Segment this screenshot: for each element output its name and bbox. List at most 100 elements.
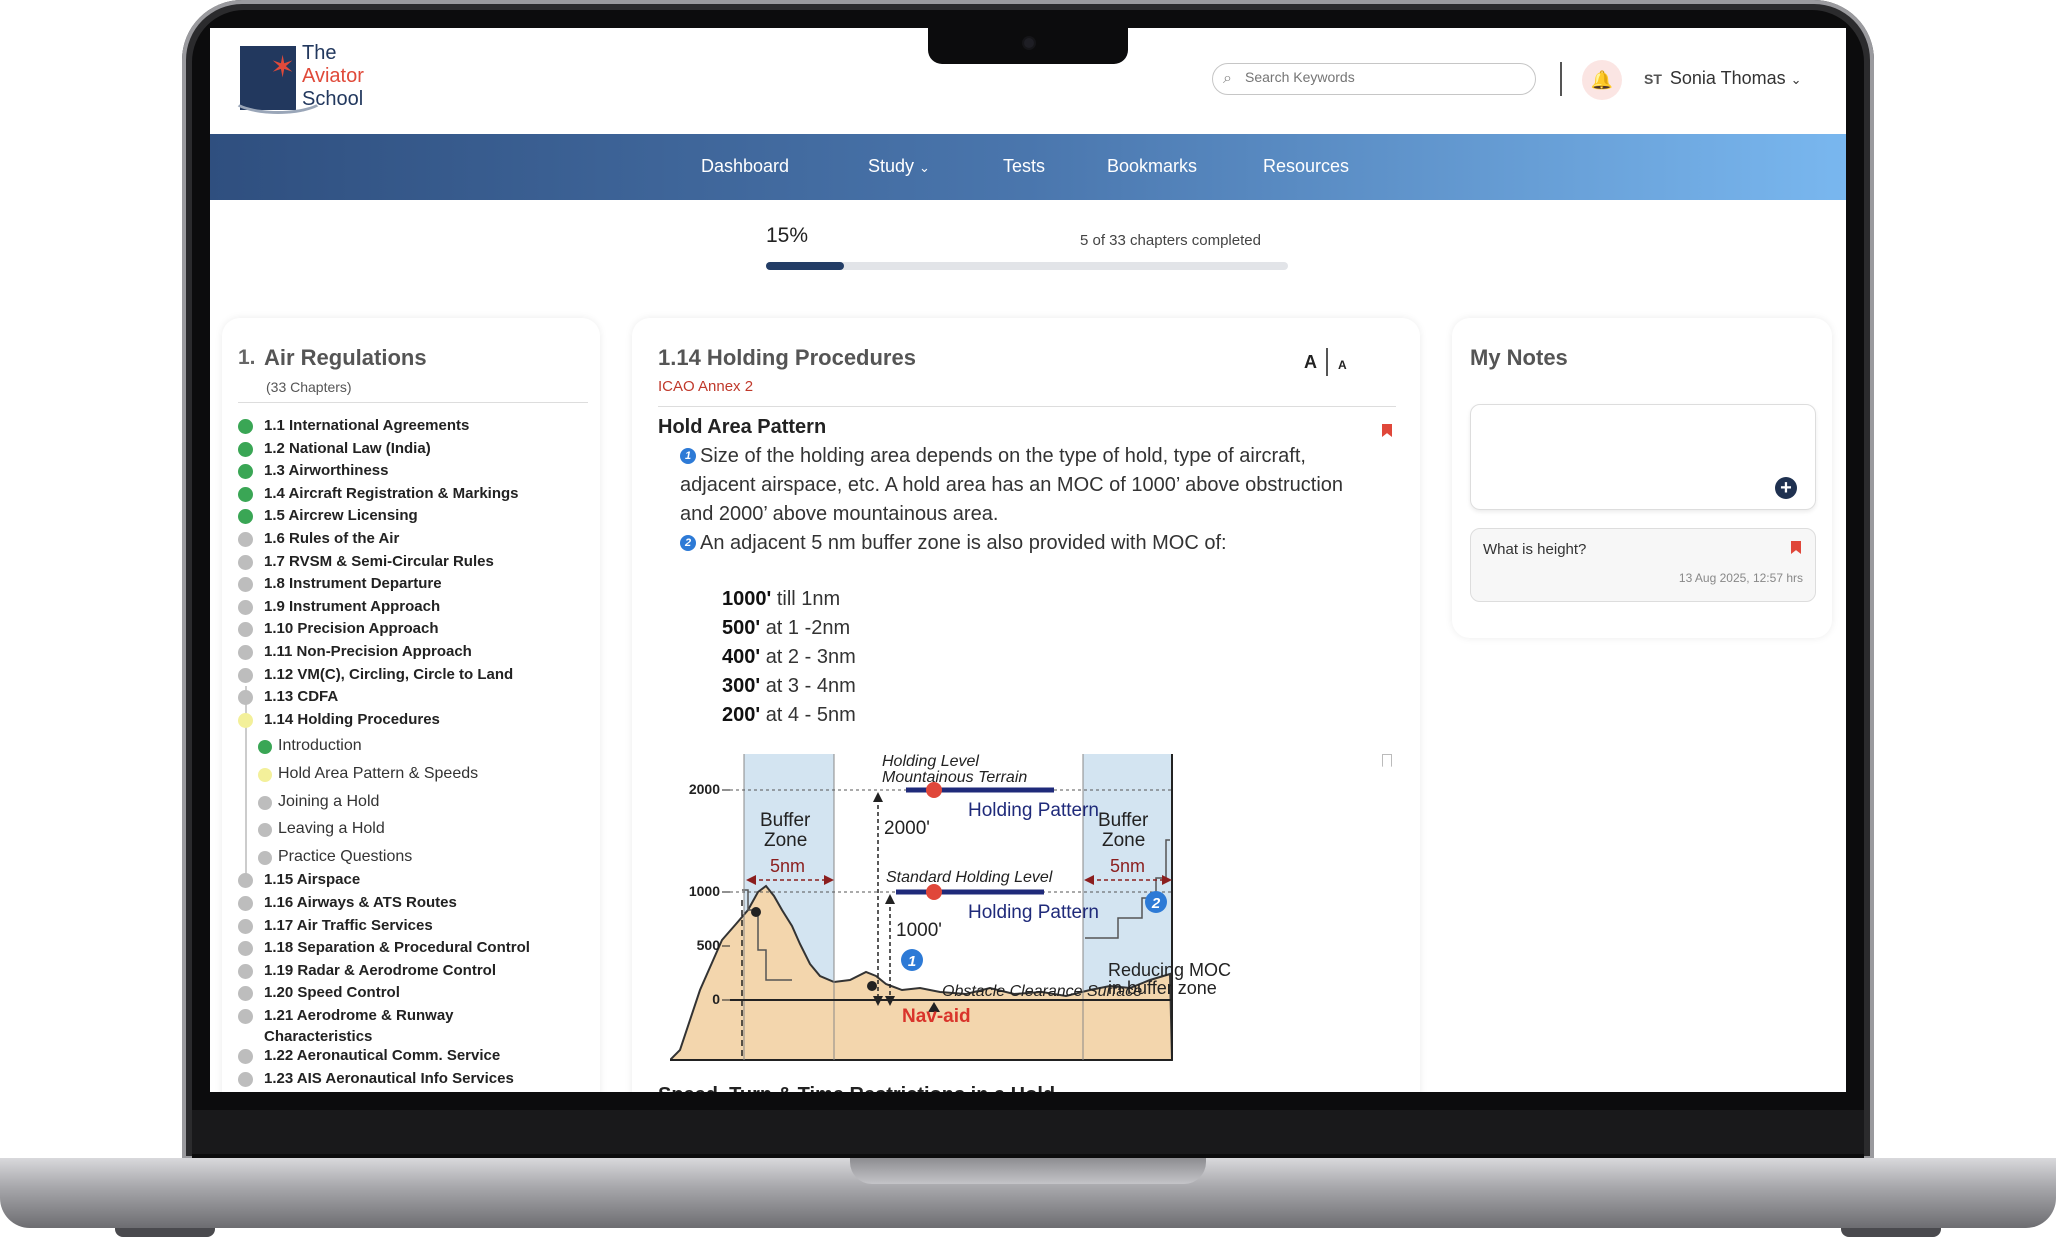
holding-fix-lower <box>926 884 942 900</box>
status-dot <box>258 850 272 865</box>
status-dot <box>238 690 253 706</box>
logo-line-1: The <box>302 42 337 64</box>
main-nav: Dashboard Study ⌄ Tests Bookmarks Resour… <box>210 134 1846 200</box>
bookmark-filled-icon[interactable] <box>1382 424 1392 437</box>
status-dot <box>258 823 272 838</box>
screen: ✶ The Aviator School ⌕ 🔔 ST Sonia Thomas … <box>210 28 1846 1092</box>
chapter-label: 1.8 Instrument Departure <box>264 575 442 593</box>
bookmark-filled-icon[interactable] <box>1791 541 1801 554</box>
user-menu[interactable]: ST Sonia Thomas ⌄ <box>1644 68 1802 89</box>
chapter-item[interactable]: 1.9 Instrument Approach <box>238 597 598 617</box>
moc-value: 300' <box>722 675 761 697</box>
chapter-item[interactable]: 1.19 Radar & Aerodrome Control <box>238 961 598 981</box>
chapter-item[interactable]: 1.13 CDFA <box>238 687 598 707</box>
moc-range: till 1nm <box>776 588 841 610</box>
point-number-badge: 1 <box>680 448 696 464</box>
bookmark-outline-icon[interactable] <box>1382 754 1392 767</box>
chapter-item[interactable]: 1.4 Aircraft Registration & Markings <box>238 484 598 504</box>
camera-notch <box>928 28 1128 64</box>
nav-bookmarks[interactable]: Bookmarks <box>1107 156 1197 177</box>
font-size-divider <box>1326 348 1328 376</box>
status-dot <box>258 795 272 810</box>
logo-plane-icon: ✶ <box>270 51 296 84</box>
chapter-item[interactable]: 1.2 National Law (India) <box>238 439 598 459</box>
nav-tests[interactable]: Tests <box>1003 156 1045 177</box>
chapter-item[interactable]: 1.14 Holding Procedures <box>238 710 598 730</box>
status-dot <box>238 509 253 525</box>
buffer-zone-label-left-2: Zone <box>764 830 807 851</box>
buffer-zone-label-right-1: Buffer <box>1098 810 1149 831</box>
chapter-item[interactable]: 1.5 Aircrew Licensing <box>238 506 598 526</box>
status-dot <box>238 1049 253 1064</box>
laptop-foot-left <box>115 1228 215 1237</box>
status-dot <box>238 1009 253 1024</box>
y-tick-2000: 2000 <box>689 781 720 797</box>
notification-bell-icon[interactable]: 🔔 <box>1582 60 1622 100</box>
nav-resources[interactable]: Resources <box>1263 156 1349 177</box>
moc-row: 400' at 2 - 3nm <box>722 646 856 669</box>
status-dot <box>238 486 253 502</box>
status-dot <box>238 532 253 547</box>
chapter-label: 1.21 Aerodrome & Runway <box>264 1007 454 1024</box>
chapter-item[interactable]: 1.23 AIS Aeronautical Info Services <box>238 1069 598 1089</box>
moc-value: 200' <box>722 704 761 726</box>
laptop-chin <box>192 1110 1864 1154</box>
note-timestamp: 13 Aug 2025, 12:57 hrs <box>1678 571 1803 585</box>
progress-percent: 15% <box>766 224 809 247</box>
note-item[interactable]: What is height? 13 Aug 2025, 12:57 hrs <box>1470 528 1816 602</box>
chapter-item[interactable]: 1.18 Separation & Procedural Control <box>238 938 598 958</box>
notes-title: My Notes <box>1470 345 1568 370</box>
moc-value: 1000' <box>722 588 772 610</box>
chapter-label: 1.12 VM(C), Circling, Circle to Land <box>264 665 514 683</box>
note-input[interactable]: + <box>1470 404 1816 510</box>
nav-study[interactable]: Study ⌄ <box>868 156 930 177</box>
chapter-item[interactable]: 1.20 Speed Control <box>238 983 598 1003</box>
font-size-decrease-button[interactable]: A <box>1338 358 1347 372</box>
status-dot <box>238 577 253 593</box>
subject-number: 1. <box>238 346 256 369</box>
search-box[interactable]: ⌕ <box>1212 63 1536 95</box>
camera-icon <box>1024 38 1034 48</box>
holding-level-label: Holding Level <box>882 753 979 770</box>
search-input[interactable] <box>1243 68 1527 86</box>
chapter-item[interactable]: 1.7 RVSM & Semi-Circular Rules <box>238 552 598 572</box>
point-2-text: An adjacent 5 nm buffer zone is also pro… <box>700 532 1227 554</box>
five-nm-label-right: 5nm <box>1110 856 1145 876</box>
chapter-item[interactable]: 1.3 Airworthiness <box>238 461 598 481</box>
chapter-item[interactable]: 1.1 International Agreements <box>238 416 598 436</box>
chapter-item[interactable]: 1.15 Airspace <box>238 870 598 890</box>
moc-value: 500' <box>722 617 761 639</box>
status-dot <box>238 645 253 660</box>
chapter-label: 1.7 RVSM & Semi-Circular Rules <box>264 552 494 570</box>
status-dot <box>238 986 253 1002</box>
five-nm-label-left: 5nm <box>770 856 805 876</box>
status-dot <box>238 712 253 728</box>
add-note-button[interactable]: + <box>1775 477 1797 499</box>
status-dot <box>258 740 272 755</box>
moc-range: at 4 - 5nm <box>765 704 856 726</box>
arrow-head <box>885 894 895 904</box>
chapter-label: 1.11 Non-Precision Approach <box>264 643 472 660</box>
nav-dashboard[interactable]: Dashboard <box>701 156 789 177</box>
section-heading: Hold Area Pattern <box>658 416 827 438</box>
obstacle-marker <box>867 981 877 991</box>
status-dot <box>238 873 253 889</box>
status-dot <box>238 599 253 615</box>
holding-pattern-label-lower: Holding Pattern <box>968 902 1099 923</box>
chapter-panel: 1. Air Regulations (33 Chapters) 1.1 Int… <box>222 318 600 1092</box>
status-dot <box>238 464 253 480</box>
chapter-item[interactable]: 1.21 Aerodrome & Runway Characteristics <box>238 1006 598 1045</box>
chapter-item[interactable]: 1.10 Precision Approach <box>238 619 598 639</box>
chapter-item[interactable]: 1.22 Aeronautical Comm. Service <box>238 1046 598 1066</box>
chapter-item[interactable]: 1.8 Instrument Departure <box>238 574 598 594</box>
font-size-increase-button[interactable]: A <box>1304 352 1317 373</box>
user-initials: ST <box>1644 71 1662 87</box>
chapter-item[interactable]: 1.16 Airways & ATS Routes <box>238 893 598 913</box>
chapter-item[interactable]: 1.6 Rules of the Air <box>238 529 598 549</box>
chapter-item[interactable]: 1.11 Non-Precision Approach <box>238 642 598 662</box>
chapter-item[interactable]: 1.12 VM(C), Circling, Circle to Land <box>238 665 598 685</box>
marker-1-label: 1 <box>908 953 916 970</box>
chapter-item[interactable]: 1.17 Air Traffic Services <box>238 916 598 936</box>
moc-row: 200' at 4 - 5nm <box>722 704 856 727</box>
laptop-hinge-notch <box>850 1158 1206 1184</box>
